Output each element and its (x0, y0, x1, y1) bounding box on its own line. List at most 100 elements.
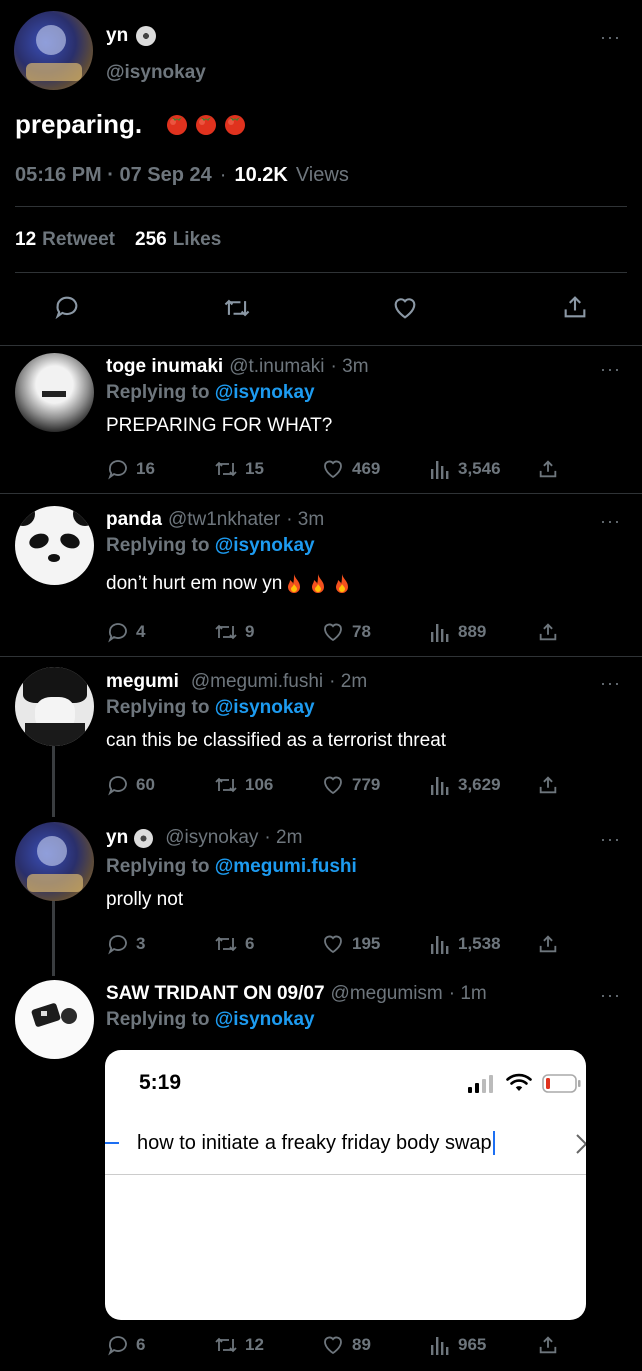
reply-author-handle[interactable]: @t.inumaki (229, 356, 324, 378)
retweet-action[interactable]: 6 (213, 932, 254, 956)
reply-author-name[interactable]: panda (106, 509, 162, 531)
likes-label[interactable]: Likes (173, 229, 222, 251)
views-action[interactable]: 889 (430, 620, 486, 644)
back-arrow-icon[interactable] (105, 1135, 119, 1151)
views-action[interactable]: 3,629 (430, 773, 501, 797)
reply-icon (108, 776, 127, 796)
search-query-text[interactable]: how to initiate a freaky friday body swa… (137, 1131, 495, 1155)
reply-author-handle[interactable]: @tw1nkhater (168, 509, 280, 531)
more-options-icon[interactable]: ··· (600, 830, 621, 848)
like-action[interactable]: 779 (320, 773, 380, 797)
reply-avatar[interactable] (15, 506, 94, 585)
like-action[interactable]: 195 (320, 932, 380, 956)
reply-author-handle[interactable]: @megumi.fushi (191, 671, 323, 693)
retweet-label[interactable]: Retweet (42, 229, 115, 251)
tomato-emoji-icon (167, 115, 187, 135)
battery-low-icon (542, 1074, 581, 1093)
retweet-action[interactable]: 12 (213, 1333, 264, 1357)
views-count: 1,538 (458, 934, 501, 953)
tweet-timestamp[interactable]: 05:16 PM · 07 Sep 24 (15, 164, 212, 187)
reply-action[interactable]: 4 (106, 620, 145, 644)
share-icon[interactable] (537, 933, 559, 955)
views-action[interactable]: 3,546 (430, 457, 501, 481)
reply-action[interactable]: 16 (106, 457, 155, 481)
divider (0, 656, 642, 657)
replying-to-link[interactable]: @isynokay (215, 382, 315, 403)
main-author-avatar[interactable] (14, 11, 93, 90)
reply-count: 16 (136, 459, 155, 478)
share-icon[interactable] (561, 293, 589, 321)
reply-action[interactable]: 6 (106, 1333, 145, 1357)
replying-to-line: Replying to @isynokay (106, 697, 315, 719)
like-icon (324, 776, 342, 795)
replying-to-prefix: Replying to (106, 1009, 210, 1030)
replying-to-link[interactable]: @isynokay (215, 1009, 315, 1030)
reply-age: · 1m (448, 983, 487, 1004)
divider (15, 206, 627, 207)
reply-avatar[interactable] (15, 353, 94, 432)
views-action[interactable]: 965 (430, 1333, 486, 1357)
chevron-right-icon[interactable] (575, 1133, 586, 1155)
views-icon (431, 1337, 449, 1355)
replying-to-link[interactable]: @isynokay (215, 697, 315, 718)
replying-to-link[interactable]: @megumi.fushi (215, 856, 357, 877)
reply-avatar[interactable] (15, 667, 94, 746)
more-options-icon[interactable]: ··· (600, 360, 621, 378)
reply-avatar[interactable] (15, 980, 94, 1059)
retweet-icon (215, 461, 237, 477)
like-action[interactable]: 89 (320, 1333, 371, 1357)
more-options-icon[interactable]: ··· (600, 512, 621, 530)
reply-text: prolly not (106, 889, 184, 910)
views-icon (431, 461, 449, 479)
engagement-stats: 12 Retweet 256 Likes (15, 229, 221, 251)
fire-emoji-icon (288, 574, 301, 593)
replying-to-link[interactable]: @isynokay (215, 535, 315, 556)
views-label: Views (295, 164, 349, 186)
reply-action[interactable]: 60 (106, 773, 155, 797)
retweet-count: 15 (245, 459, 264, 478)
like-icon[interactable] (390, 294, 420, 322)
thread-connector (52, 900, 55, 976)
reply-author-name[interactable]: yn (106, 827, 128, 849)
reply-author-name[interactable]: SAW TRIDANT ON 09/07 (106, 983, 325, 1005)
search-divider (105, 1174, 586, 1175)
replying-to-prefix: Replying to (106, 535, 210, 556)
like-count: 779 (352, 775, 381, 794)
retweet-action[interactable]: 106 (213, 773, 273, 797)
tomato-emoji-icon (225, 115, 245, 135)
reply-author-handle[interactable]: @megumism (331, 983, 443, 1005)
more-options-icon[interactable]: ··· (600, 674, 621, 692)
share-icon[interactable] (537, 458, 559, 480)
more-options-icon[interactable]: ··· (600, 28, 621, 46)
retweet-count[interactable]: 12 (15, 229, 36, 251)
main-author-name[interactable]: yn (106, 25, 128, 47)
retweet-icon[interactable] (222, 294, 252, 322)
main-author-handle[interactable]: @isynokay (106, 62, 206, 84)
share-icon[interactable] (537, 1334, 559, 1356)
likes-count[interactable]: 256 (135, 229, 167, 251)
views-icon (431, 777, 449, 795)
text-cursor (492, 1131, 495, 1155)
reply-icon[interactable] (53, 293, 81, 321)
like-count: 89 (352, 1335, 371, 1354)
reply-author-name[interactable]: megumi (106, 671, 179, 693)
retweet-count: 12 (245, 1335, 264, 1354)
reply-author-name[interactable]: toge inumaki (106, 356, 223, 378)
more-options-icon[interactable]: ··· (600, 986, 621, 1004)
like-count: 469 (352, 459, 381, 478)
attached-image[interactable]: 5:19 how to initiate a freaky friday bod… (105, 1050, 586, 1320)
retweet-action[interactable]: 15 (213, 457, 264, 481)
thread-connector (52, 744, 55, 817)
share-icon[interactable] (537, 774, 559, 796)
share-icon[interactable] (537, 621, 559, 643)
reply-action[interactable]: 3 (106, 932, 145, 956)
replying-to-line: Replying to @isynokay (106, 535, 315, 557)
like-action[interactable]: 78 (320, 620, 371, 644)
reply-avatar[interactable] (15, 822, 94, 901)
retweet-action[interactable]: 9 (213, 620, 254, 644)
like-action[interactable]: 469 (320, 457, 380, 481)
reply-author-handle[interactable]: @isynokay (165, 827, 258, 849)
reply-age: · 2m (264, 827, 303, 848)
replying-to-prefix: Replying to (106, 382, 210, 403)
views-action[interactable]: 1,538 (430, 932, 501, 956)
